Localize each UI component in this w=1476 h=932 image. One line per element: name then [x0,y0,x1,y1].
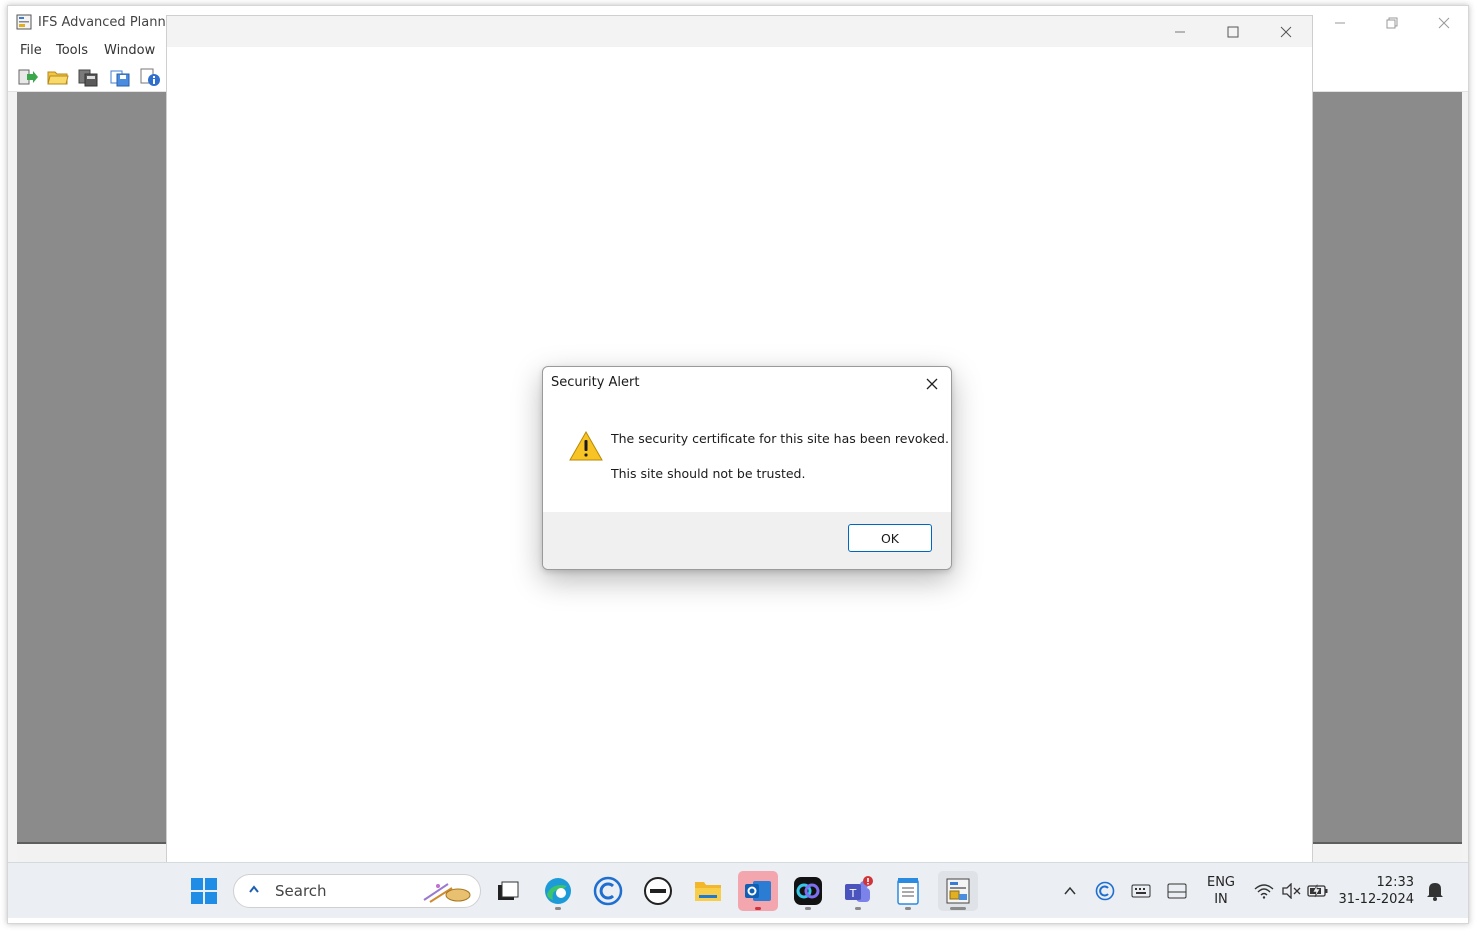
dialog-close-button[interactable] [921,373,943,395]
open-folder-icon [47,71,69,85]
running-indicator [805,907,811,910]
clock[interactable]: 12:33 31-12-2024 [1338,874,1414,908]
battery-charging-icon [1307,884,1328,898]
info-button[interactable] [138,65,162,89]
search-icon [249,885,259,893]
ifs-app-icon [946,878,970,904]
menu-file[interactable]: File [20,43,42,58]
ifs-app-icon [16,14,32,30]
notifications-button[interactable] [1421,877,1449,905]
browser-close-button[interactable] [1259,16,1312,47]
clock-date: 31-12-2024 [1338,892,1414,907]
running-indicator [755,907,761,910]
outlook-button[interactable] [738,871,778,911]
running-indicator [555,907,561,910]
security-alert-dialog: Security Alert The security certificate … [542,366,952,570]
touch-keyboard-button[interactable] [1127,877,1155,905]
save-button[interactable] [108,65,132,89]
taskbar-search[interactable]: Search [233,874,481,908]
copilot-button[interactable] [588,871,628,911]
edge-button[interactable] [538,871,578,911]
app-minimize-button[interactable] [1314,6,1366,40]
menu-window[interactable]: Window [104,43,155,58]
battery-button[interactable] [1304,877,1332,905]
info-icon [140,68,160,86]
file-explorer-button[interactable] [688,871,728,911]
dell-icon [644,877,672,905]
language-indicator[interactable]: ENG IN [1204,874,1238,908]
dialog-message-not-trusted: This site should not be trusted. [611,466,806,481]
search-highlight-icon [423,883,471,903]
language-code: ENG [1206,875,1235,890]
edge-icon [545,878,571,904]
maximize-icon [1227,26,1238,37]
dialog-body: The security certificate for this site h… [543,400,951,512]
open-button[interactable] [46,65,70,89]
teams-button[interactable]: T [838,871,878,911]
ifs-taskbar-button[interactable] [938,871,978,911]
keyboard-icon [1131,884,1151,898]
copilot-icon [1095,881,1115,901]
notepad-button[interactable] [888,871,928,911]
app-close-button[interactable] [1418,6,1468,40]
save-icon [110,70,130,87]
task-view-button[interactable] [488,871,528,911]
webex-button[interactable] [788,871,828,911]
search-placeholder: Search [275,882,327,900]
close-icon [1438,17,1450,29]
task-view-icon [498,881,519,900]
browser-maximize-button[interactable] [1206,16,1259,47]
network-button[interactable] [1250,877,1278,905]
taskbar: Search T ENG IN 12:33 31-12-2024 [8,862,1468,918]
webex-icon [794,877,822,905]
minimize-icon [1174,31,1185,32]
show-hidden-icons-button[interactable] [1056,877,1084,905]
close-icon [926,378,938,390]
restore-icon [1386,17,1398,29]
exit-icon [18,69,38,85]
teams-icon: T [845,876,873,902]
menu-tools[interactable]: Tools [56,43,88,58]
language-region: IN [1214,892,1228,907]
copilot-icon [593,876,623,906]
minimize-icon [1335,22,1345,24]
dialog-footer: OK [543,512,951,569]
dialog-title: Security Alert [551,375,640,390]
dialog-message-revoked: The security certificate for this site h… [611,431,949,446]
running-indicator [855,907,861,910]
database-icon [78,69,98,87]
dell-button[interactable] [638,871,678,911]
clock-time: 12:33 [1376,875,1414,890]
active-indicator [950,907,966,910]
exit-button[interactable] [16,65,40,89]
tablet-icon [1167,883,1187,899]
bell-icon [1427,883,1443,901]
svg-text:T: T [849,887,857,900]
warning-icon [569,430,603,461]
browser-window-controls [1153,16,1312,47]
screen: IFS Advanced Plannin File Tools Window S… [7,5,1469,924]
ok-button[interactable]: OK [848,524,932,552]
tablet-mode-button[interactable] [1163,877,1191,905]
chevron-up-icon [1064,886,1076,895]
volume-button[interactable] [1277,877,1305,905]
browser-minimize-button[interactable] [1153,16,1206,47]
app-title: IFS Advanced Plannin [38,15,178,30]
file-explorer-icon [695,882,721,901]
app-restore-button[interactable] [1366,6,1418,40]
notepad-icon [897,878,919,905]
tray-copilot-button[interactable] [1091,877,1119,905]
app-window-controls [1314,6,1468,40]
start-button[interactable] [184,871,224,911]
volume-muted-icon [1282,883,1301,899]
browser-titlebar [167,16,1312,47]
database-button[interactable] [76,65,100,89]
close-icon [1280,26,1291,37]
wifi-icon [1254,884,1274,899]
start-icon [191,878,217,904]
running-indicator [905,907,911,910]
outlook-icon [745,881,771,901]
